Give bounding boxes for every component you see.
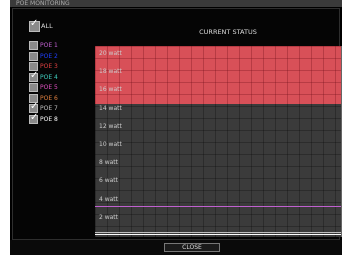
y-tick-label: 16 watt: [99, 86, 122, 94]
y-tick-label: 8 watt: [99, 159, 119, 167]
y-tick-label: 4 watt: [99, 195, 119, 203]
port-label: POE 7: [40, 105, 58, 112]
port-label: POE 8: [40, 115, 58, 123]
port-label: POE 3: [40, 63, 58, 70]
check-icon: ✓: [30, 69, 39, 81]
all-checkbox-label: ALL: [41, 22, 53, 30]
poe-monitor-window: POE MONITORING ✓ ALL POE 1 POE 2 POE 3 ✓ POE…: [10, 0, 342, 255]
port-checkbox[interactable]: [29, 51, 38, 61]
port-label: POE 1: [40, 42, 58, 49]
y-tick-label: 10 watt: [99, 141, 122, 148]
power-chart: 20 watt 18 watt 16 watt 14 watt 12 watt 10 wa…: [95, 46, 342, 237]
port-label: POE 4: [40, 73, 58, 81]
check-icon: ✓: [30, 18, 39, 29]
y-tick-label: 14 watt: [99, 104, 122, 112]
port-checkbox[interactable]: ✓: [29, 111, 39, 124]
status-title: CURRENT STATUS: [199, 28, 257, 36]
port-checkbox[interactable]: ✓: [29, 69, 39, 82]
all-checkbox[interactable]: ✓: [29, 18, 40, 32]
port-label: POE 6: [40, 94, 58, 102]
close-button[interactable]: CLOSE: [164, 243, 220, 252]
y-tick-label: 18 watt: [99, 68, 122, 76]
series-line: [95, 234, 341, 236]
port-checkbox[interactable]: [29, 41, 38, 50]
window-titlebar: POE MONITORING: [10, 0, 342, 7]
y-tick-label: 20 watt: [99, 50, 122, 57]
status-panel: ✓ ALL POE 1 POE 2 POE 3 ✓ POE 4 POE 5 POE 6 ✓ PO…: [12, 8, 342, 240]
port-checkbox[interactable]: [29, 83, 38, 92]
port-label: POE 5: [40, 84, 58, 91]
y-tick-label: 6 watt: [99, 177, 119, 185]
port-label: POE 2: [40, 52, 58, 60]
warning-zone: [95, 46, 341, 104]
check-icon: ✓: [30, 111, 39, 123]
y-tick-label: 2 watt: [99, 213, 119, 221]
series-line: [95, 205, 341, 207]
y-tick-label: 12 watt: [99, 122, 122, 130]
